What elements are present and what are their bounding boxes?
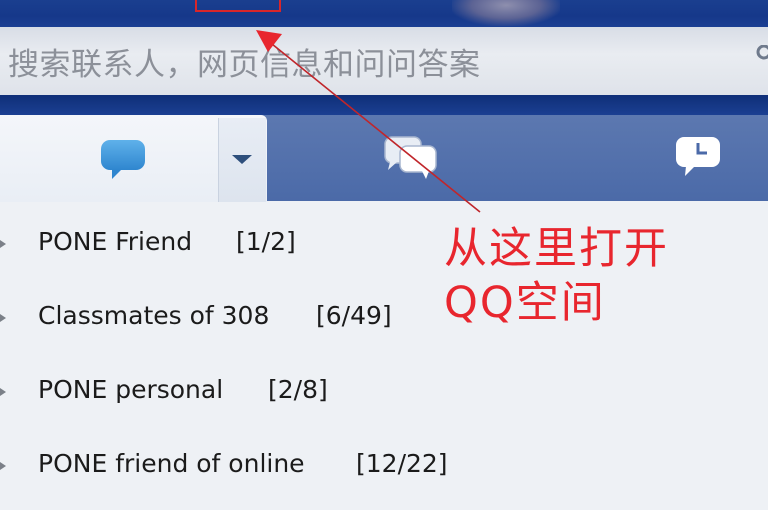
list-item[interactable]: PONE Friend [1/2]	[0, 224, 460, 264]
search-input[interactable]: 搜索联系人，网页信息和问问答案	[8, 39, 481, 84]
chat-bubble-icon	[101, 140, 145, 179]
expand-arrow-icon[interactable]	[0, 312, 6, 324]
expand-arrow-icon[interactable]	[0, 238, 6, 250]
group-label: PONE friend of online	[38, 449, 305, 478]
group-chat-icon[interactable]	[382, 134, 440, 180]
expand-arrow-icon[interactable]	[0, 386, 6, 398]
group-count: [2/8]	[268, 375, 328, 404]
recent-chat-icon[interactable]	[672, 134, 724, 178]
group-label: PONE Friend	[38, 227, 193, 256]
group-count: [6/49]	[316, 301, 392, 330]
qzone-button-highlight[interactable]	[195, 0, 281, 12]
group-label: Classmates of 308	[38, 301, 270, 330]
list-item[interactable]: PONE friend of online [12/22]	[0, 446, 460, 486]
profile-banner	[0, 0, 768, 27]
group-count: [1/2]	[236, 227, 296, 256]
annotation-callout: 从这里打开 QQ空间	[444, 222, 744, 330]
list-item[interactable]: Classmates of 308 [6/49]	[0, 298, 460, 338]
avatar[interactable]	[452, 0, 560, 26]
list-item[interactable]: PONE personal [2/8]	[0, 372, 460, 412]
group-label: PONE personal	[38, 375, 224, 404]
header-divider	[0, 95, 768, 115]
group-count: [12/22]	[356, 449, 448, 478]
chevron-down-icon	[232, 155, 252, 164]
annotation-line-2: QQ空间	[444, 278, 606, 328]
annotation-line-1: 从这里打开	[444, 224, 669, 274]
expand-arrow-icon[interactable]	[0, 460, 6, 472]
search-icon[interactable]	[754, 45, 768, 63]
